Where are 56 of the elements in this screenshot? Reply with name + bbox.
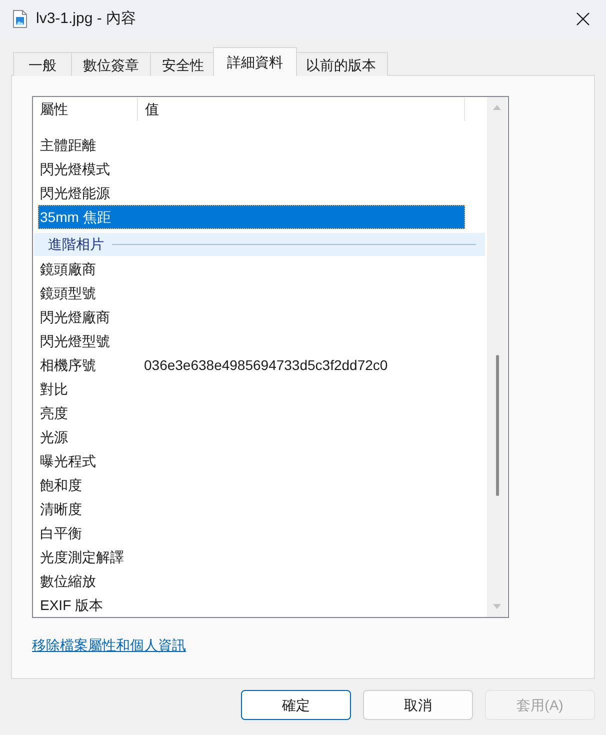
property-name: 35mm 焦距 (40, 208, 112, 227)
property-row[interactable]: 飽和度 (38, 473, 465, 497)
tab[interactable]: 數位簽章 (71, 52, 151, 76)
property-row[interactable]: EXIF 版本 (38, 593, 465, 617)
property-name: 閃光燈廠商 (40, 308, 111, 327)
property-row[interactable]: 閃光燈廠商 (38, 305, 465, 329)
property-row[interactable]: 鏡頭廠商 (38, 257, 465, 281)
property-name: 主體距離 (40, 136, 97, 155)
property-name: 數位縮放 (40, 572, 97, 591)
property-name: 閃光燈型號 (40, 332, 111, 351)
group-header[interactable]: 進階相片 (34, 233, 485, 256)
property-row[interactable]: 光源 (38, 425, 465, 449)
property-row[interactable]: 35mm 焦距 (38, 205, 465, 229)
window-title: lv3-1.jpg - 內容 (36, 8, 136, 29)
dialog-button[interactable]: 確定 (241, 690, 351, 720)
property-name: 飽和度 (40, 476, 83, 495)
property-row[interactable]: 對比 (38, 377, 465, 401)
property-row[interactable]: 閃光燈型號 (38, 329, 465, 353)
scrollbar[interactable] (487, 97, 507, 617)
property-row[interactable]: 光度測定解譯 (38, 545, 465, 569)
close-icon (576, 12, 590, 26)
group-label: 進階相片 (48, 235, 104, 254)
scroll-down-icon (493, 604, 501, 609)
tab[interactable]: 一般 (13, 52, 72, 76)
tab[interactable]: 以前的版本 (294, 52, 388, 76)
property-value: 036e3e638e4985694733d5c3f2dd72c0 (144, 356, 388, 375)
scroll-up-icon (493, 105, 501, 110)
property-row[interactable]: 清晰度 (38, 497, 465, 521)
property-name: EXIF 版本 (40, 596, 104, 615)
scroll-thumb[interactable] (496, 355, 498, 496)
property-name: 鏡頭型號 (40, 284, 97, 303)
remove-properties-link[interactable]: 移除檔案屬性和個人資訊 (32, 635, 186, 655)
property-name: 對比 (40, 380, 69, 399)
property-row[interactable]: 主體距離 (38, 133, 465, 157)
property-row[interactable]: 鏡頭型號 (38, 281, 465, 305)
property-row[interactable]: 數位縮放 (38, 569, 465, 593)
tab[interactable]: 詳細資料 (213, 47, 297, 76)
dialog-button[interactable]: 取消 (363, 690, 473, 720)
property-row[interactable]: 亮度 (38, 401, 465, 425)
property-row[interactable]: 相機序號 036e3e638e4985694733d5c3f2dd72c0 (38, 353, 465, 377)
property-row[interactable]: 白平衡 (38, 521, 465, 545)
property-row[interactable]: 閃光燈能源 (38, 181, 465, 205)
property-name: 曝光程式 (40, 452, 97, 471)
property-name: 鏡頭廠商 (40, 260, 97, 279)
property-name: 閃光燈模式 (40, 160, 111, 179)
tab[interactable]: 安全性 (150, 52, 216, 76)
property-name: 光源 (40, 428, 69, 447)
property-name: 清晰度 (40, 500, 83, 519)
property-name: 白平衡 (40, 524, 83, 543)
property-name: 相機序號 (40, 356, 97, 375)
property-row[interactable]: 曝光程式 (38, 449, 465, 473)
property-name: 光度測定解譯 (40, 548, 125, 567)
property-name: 亮度 (40, 404, 69, 423)
image-file-icon (13, 10, 27, 28)
property-name: 閃光燈能源 (40, 184, 111, 203)
property-row[interactable]: 閃光燈模式 (38, 157, 465, 181)
